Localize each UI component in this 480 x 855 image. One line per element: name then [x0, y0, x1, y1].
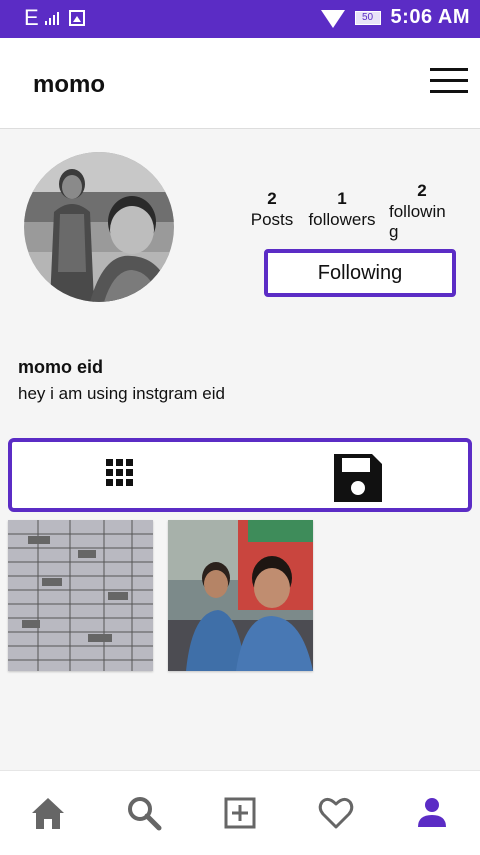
posts-label: Posts: [250, 210, 294, 229]
followers-label: followers: [308, 210, 376, 229]
wifi-icon: [320, 9, 345, 28]
clock: 5:06 AM: [390, 6, 470, 28]
following-button[interactable]: Following: [264, 249, 456, 297]
following-count: 2: [417, 181, 427, 200]
app-bar: momo: [0, 38, 480, 129]
status-right: 50 5:06 AM: [320, 6, 470, 29]
post-thumbnail-2[interactable]: [168, 520, 313, 671]
profile-name: momo eid: [18, 357, 104, 377]
posts-count: 2: [267, 189, 277, 208]
post-thumbnail-1[interactable]: [8, 520, 153, 671]
bottom-navigation: [0, 770, 480, 855]
stat-posts[interactable]: 2 Posts: [246, 188, 298, 230]
home-icon[interactable]: [28, 793, 68, 833]
avatar[interactable]: [24, 152, 174, 302]
battery-icon: 50: [354, 10, 381, 25]
status-bar: E 50 5:06 AM: [0, 0, 480, 38]
profile-icon[interactable]: [412, 793, 452, 833]
followers-count: 1: [337, 189, 347, 208]
stat-following[interactable]: 2 followin g: [389, 180, 455, 242]
network-type: E: [24, 5, 39, 30]
add-post-icon[interactable]: [220, 793, 260, 833]
status-left: E: [24, 6, 85, 30]
image-icon: [68, 10, 85, 26]
menu-icon[interactable]: [430, 68, 468, 100]
profile-bio: hey i am using instgram eid: [18, 384, 225, 403]
profile-tabs: [8, 438, 472, 512]
heart-icon[interactable]: [316, 793, 356, 833]
save-icon[interactable]: [330, 450, 386, 506]
grid-icon[interactable]: [104, 457, 144, 497]
search-icon[interactable]: [124, 793, 164, 833]
following-label: followin g: [389, 202, 446, 241]
signal-icon: [44, 11, 59, 25]
stat-followers[interactable]: 1 followers: [304, 188, 380, 230]
page-title: momo: [33, 71, 105, 98]
